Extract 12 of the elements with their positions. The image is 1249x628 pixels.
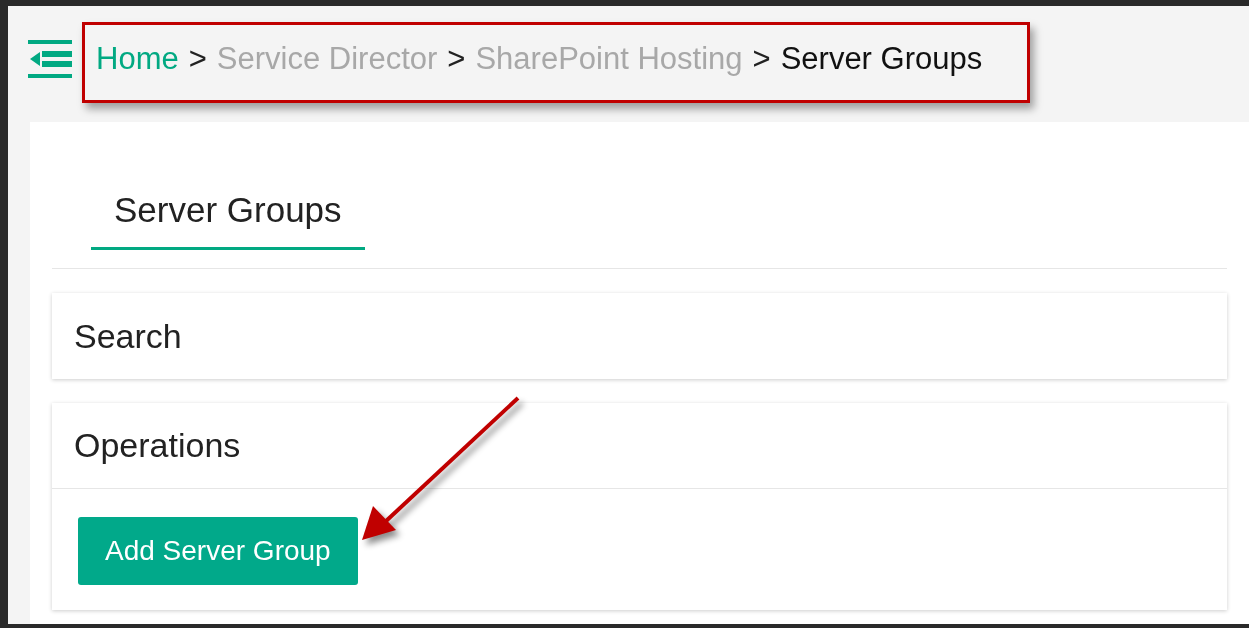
add-button[interactable]: Add Server Group [78,517,358,585]
tab[interactable]: Server Groups [91,174,365,250]
breadcrumb-item: Server Groups [780,39,983,78]
panel-title[interactable]: Search [74,310,182,362]
breadcrumb-item[interactable]: Service Director [216,35,438,83]
breadcrumb-item[interactable]: SharePoint Hosting [475,35,743,83]
breadcrumb-item[interactable]: Home [96,35,179,83]
breadcrumb-separator: > [752,39,771,78]
breadcrumb-separator: > [188,39,207,78]
menu-collapse-icon[interactable] [28,37,72,81]
breadcrumb-separator: > [447,39,466,78]
panel-title: Operations [74,425,241,466]
